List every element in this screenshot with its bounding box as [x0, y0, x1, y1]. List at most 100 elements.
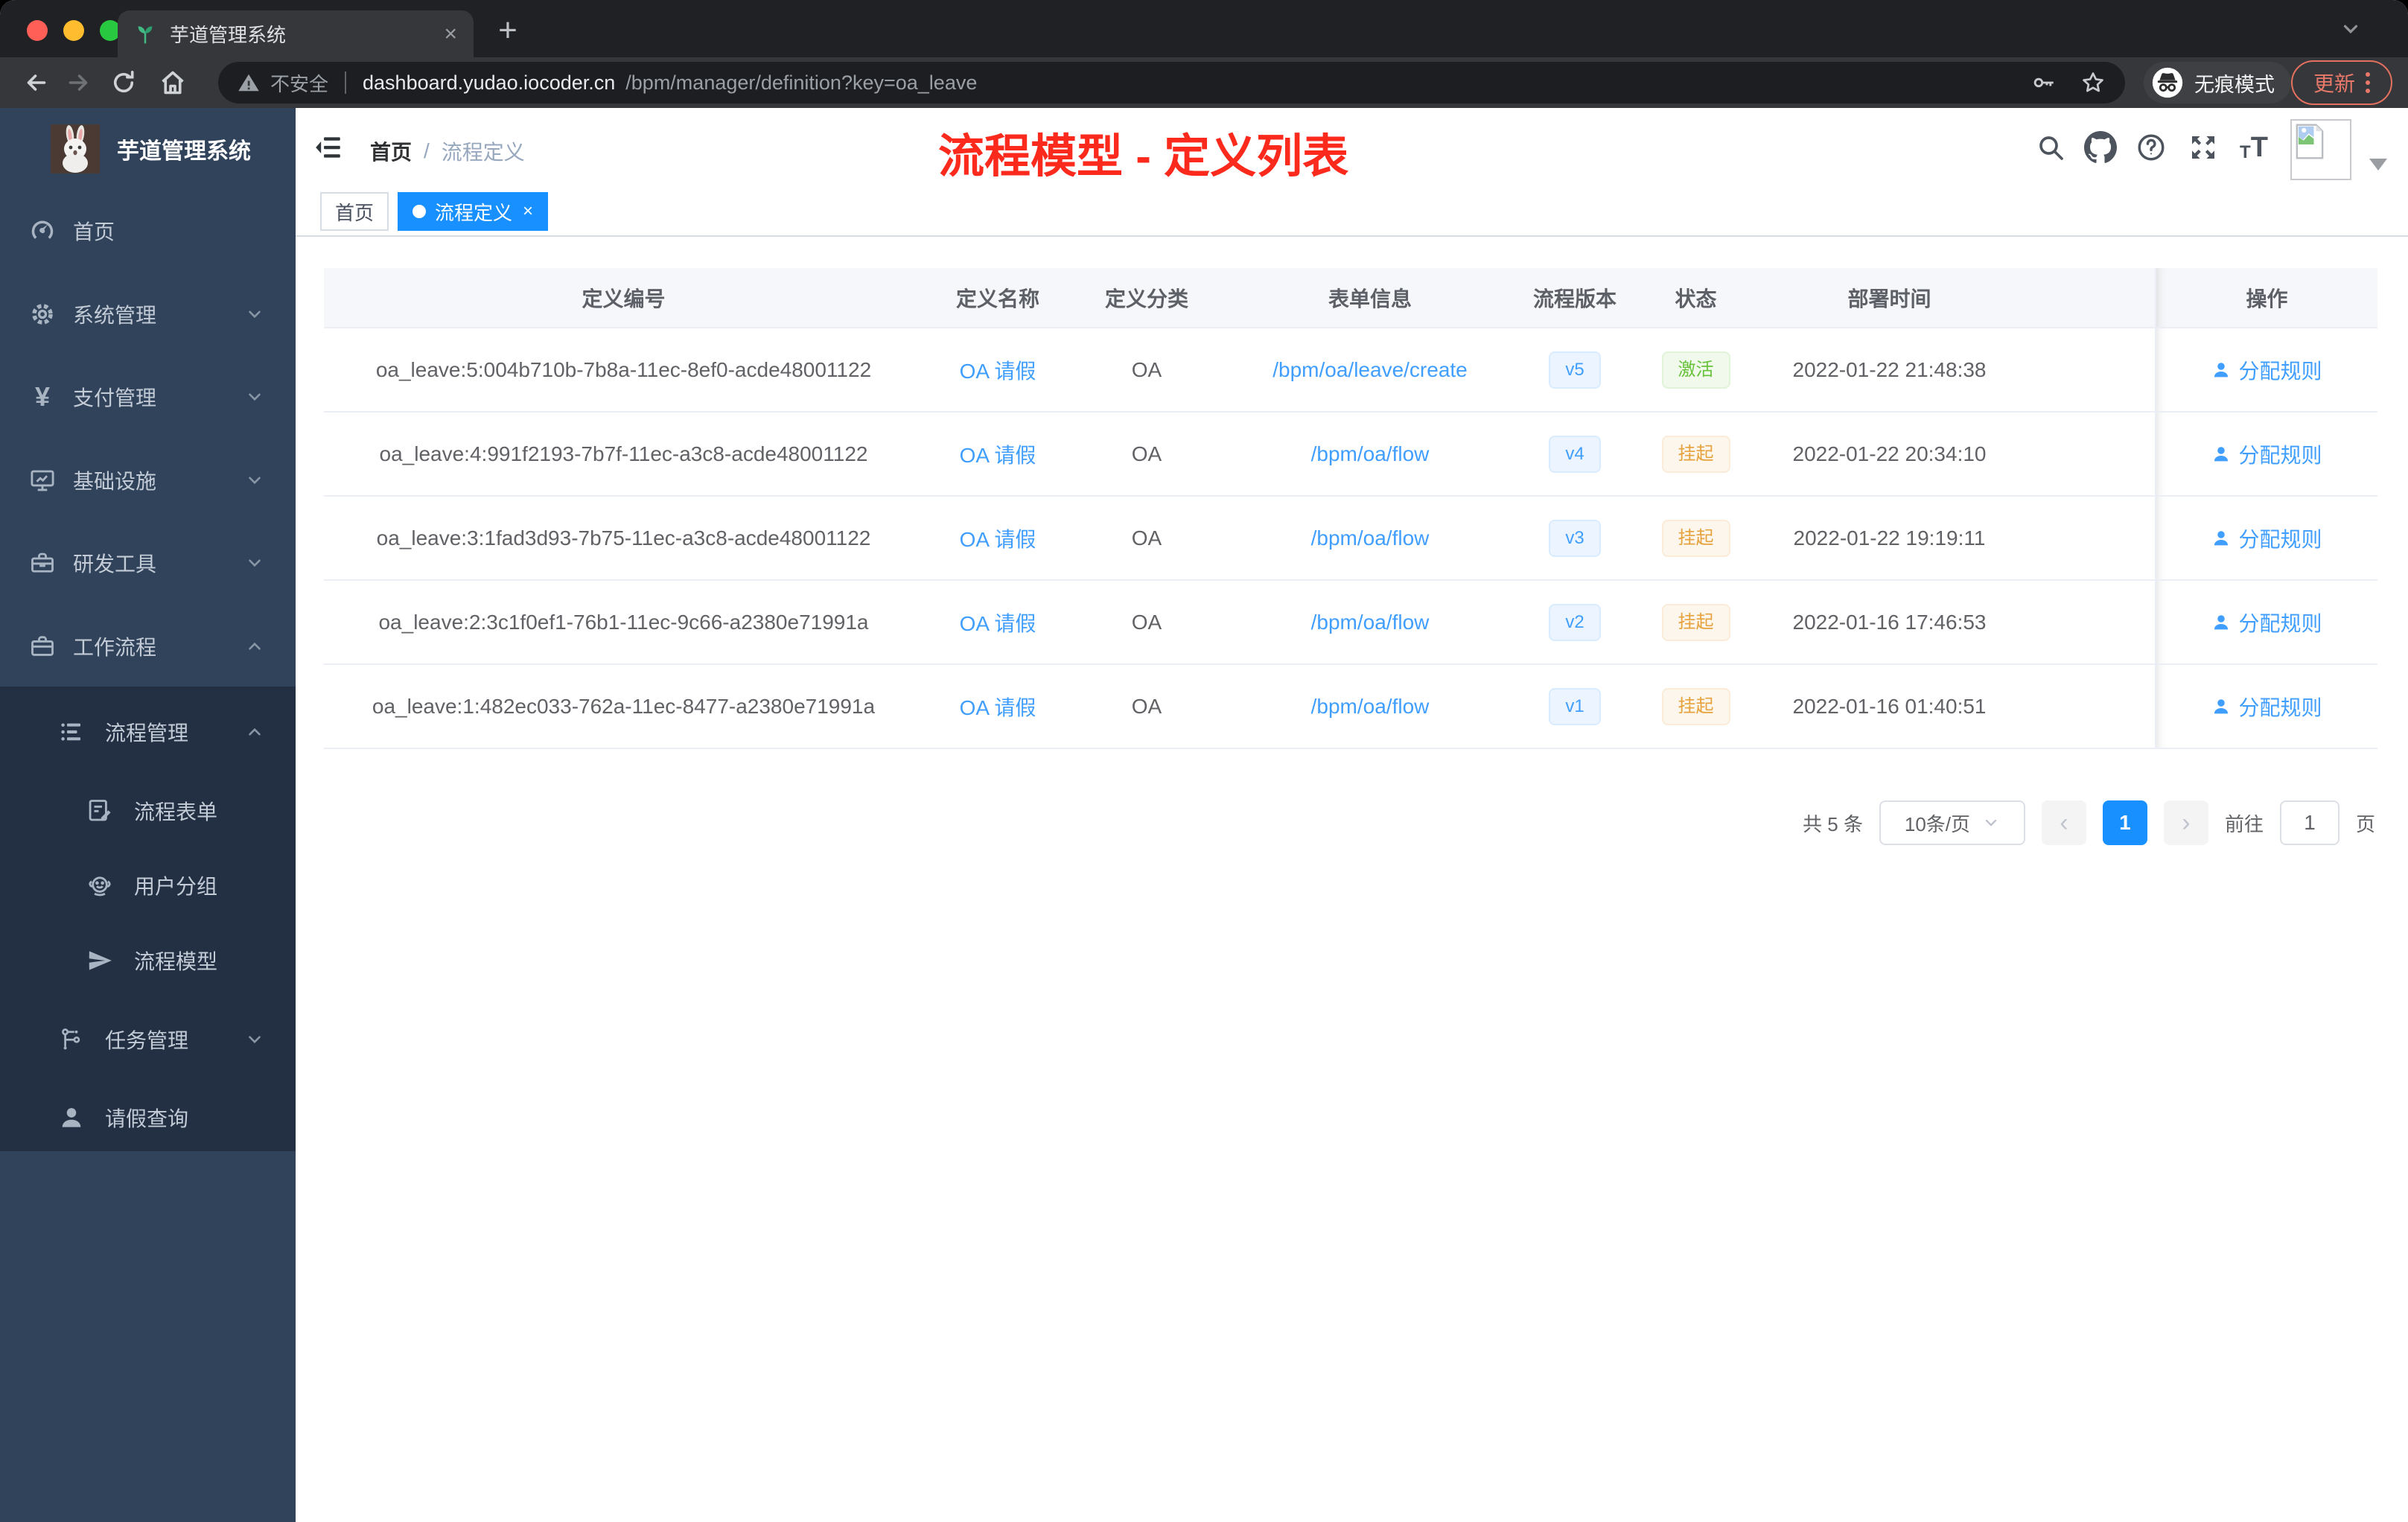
form-link[interactable]: /bpm/oa/leave/create [1273, 358, 1468, 381]
table-row: oa_leave:1:482ec033-762a-11ec-8477-a2380… [324, 664, 2377, 749]
sidebar-item-process-model[interactable]: 流程模型 [0, 923, 296, 998]
tab-close-icon[interactable]: × [444, 22, 457, 45]
assign-rule-button[interactable]: 分配规则 [2211, 608, 2322, 637]
chevron-down-icon [245, 305, 264, 324]
sidebar-item-task-management[interactable]: 任务管理 [0, 1002, 296, 1077]
chevron-up-icon [245, 637, 264, 656]
status-badge: 挂起 [1661, 435, 1730, 473]
bookmark-star-icon[interactable] [2080, 70, 2106, 95]
page-size-select[interactable]: 10条/页 [1879, 800, 2025, 845]
sidebar-item-process-form[interactable]: 流程表单 [0, 774, 296, 848]
active-dot-icon [413, 205, 427, 218]
sidebar-item-user-group[interactable]: 用户分组 [0, 848, 296, 923]
incognito-label: 无痕模式 [2194, 73, 2275, 96]
page-number-button[interactable]: 1 [2102, 800, 2147, 845]
cell-deploy-time: 2022-01-16 17:46:53 [1761, 580, 2018, 665]
definition-table-wrapper: 定义编号 定义名称 定义分类 表单信息 流程版本 状态 部署时间 操作 oa_l… [324, 268, 2377, 749]
sidebar-item-system[interactable]: 系统管理 [0, 277, 296, 351]
url-path: /bpm/manager/definition?key=oa_leave [625, 71, 978, 94]
cell-category: OA [1072, 664, 1221, 749]
window-minimize-button[interactable] [63, 20, 84, 41]
breadcrumb-separator: / [424, 139, 430, 162]
browser-tab-strip: 芋道管理系统 × + [0, 0, 2408, 57]
prev-page-button[interactable]: ‹ [2041, 800, 2086, 845]
reload-icon[interactable] [108, 67, 139, 98]
sidebar-item-label: 支付管理 [73, 386, 157, 410]
goto-page-input[interactable] [2279, 800, 2339, 845]
cell-definition-id: oa_leave:5:004b710b-7b8a-11ec-8ef0-acde4… [324, 328, 923, 413]
breadcrumb-home[interactable]: 首页 [370, 136, 412, 166]
user-icon [2214, 698, 2229, 713]
cell-definition-id: oa_leave:3:1fad3d93-7b75-11ec-a3c8-acde4… [324, 496, 923, 581]
back-icon[interactable] [21, 67, 52, 98]
window-close-button[interactable] [27, 20, 48, 41]
definition-name-link[interactable]: OA 请假 [960, 360, 1036, 383]
browser-tab[interactable]: 芋道管理系统 × [118, 10, 474, 57]
sidebar-logo-row[interactable]: 芋道管理系统 [0, 108, 296, 190]
sidebar-item-payment[interactable]: ¥ 支付管理 [0, 360, 296, 434]
sidebar: 芋道管理系统 首页 系统管理 ¥ 支付管理 基础设施 研发工具 工作流程 流程管… [0, 108, 296, 1522]
sidebar-item-dev-tools[interactable]: 研发工具 [0, 526, 296, 600]
forward-icon[interactable] [63, 67, 94, 98]
definition-name-link[interactable]: OA 请假 [960, 612, 1036, 635]
assign-rule-button[interactable]: 分配规则 [2211, 355, 2322, 385]
table-header-row: 定义编号 定义名称 定义分类 表单信息 流程版本 状态 部署时间 操作 [324, 268, 2377, 328]
assign-rule-button[interactable]: 分配规则 [2211, 692, 2322, 722]
toolbox-icon [28, 549, 57, 577]
assign-rule-button[interactable]: 分配规则 [2211, 523, 2322, 553]
sidebar-item-label: 基础设施 [73, 470, 157, 493]
form-link[interactable]: /bpm/oa/flow [1311, 526, 1430, 550]
definition-name-link[interactable]: OA 请假 [960, 528, 1036, 551]
definition-name-link[interactable]: OA 请假 [960, 696, 1036, 719]
tag-home[interactable]: 首页 [320, 192, 389, 231]
tab-search-chevron-icon[interactable] [2339, 18, 2362, 40]
goto-label: 前往 [2224, 812, 2264, 835]
person-icon [57, 1104, 86, 1132]
cell-deploy-time: 2022-01-22 21:48:38 [1761, 328, 2018, 413]
tag-label: 首页 [335, 201, 375, 224]
font-size-icon[interactable]: TT [2237, 130, 2271, 165]
user-group-icon [86, 871, 114, 899]
user-icon [2214, 530, 2229, 545]
new-tab-button[interactable]: + [489, 12, 526, 49]
incognito-badge: 无痕模式 [2144, 62, 2291, 104]
help-icon[interactable] [2134, 130, 2168, 165]
tag-close-icon[interactable]: × [523, 201, 533, 222]
user-avatar-placeholder[interactable] [2290, 119, 2351, 180]
col-form-info: 表单信息 [1221, 268, 1519, 328]
definition-name-link[interactable]: OA 请假 [960, 444, 1036, 467]
password-key-icon[interactable] [2031, 70, 2057, 95]
fullscreen-icon[interactable] [2186, 130, 2220, 165]
assign-rule-button[interactable]: 分配规则 [2211, 439, 2322, 469]
sidebar-item-infrastructure[interactable]: 基础设施 [0, 443, 296, 518]
search-icon[interactable] [2033, 130, 2068, 165]
form-link[interactable]: /bpm/oa/flow [1311, 611, 1430, 634]
sidebar-item-leave-query[interactable]: 请假查询 [0, 1080, 296, 1155]
user-icon [2214, 362, 2229, 377]
form-link[interactable]: /bpm/oa/flow [1311, 442, 1430, 465]
sidebar-item-label: 请假查询 [105, 1107, 189, 1130]
user-menu-caret-icon[interactable] [2369, 159, 2387, 171]
tag-process-definition[interactable]: 流程定义 × [398, 192, 549, 231]
github-icon[interactable] [2083, 130, 2118, 165]
table-row: oa_leave:2:3c1f0ef1-76b1-11ec-9c66-a2380… [324, 580, 2377, 665]
form-link[interactable]: /bpm/oa/flow [1311, 695, 1430, 718]
col-status: 状态 [1631, 268, 1761, 328]
cell-category: OA [1072, 580, 1221, 665]
paper-plane-icon [86, 946, 114, 975]
logo-avatar [51, 124, 100, 173]
sidebar-collapse-icon[interactable] [313, 132, 344, 163]
sidebar-item-workflow[interactable]: 工作流程 [0, 609, 296, 684]
sidebar-item-home[interactable]: 首页 [0, 194, 296, 268]
security-label: 不安全 [270, 72, 329, 95]
next-page-button[interactable]: › [2163, 800, 2208, 845]
cell-definition-id: oa_leave:2:3c1f0ef1-76b1-11ec-9c66-a2380… [324, 580, 923, 665]
sidebar-item-process-management[interactable]: 流程管理 [0, 695, 296, 769]
tree-list-icon [57, 718, 86, 746]
address-bar[interactable]: 不安全 dashboard.yudao.iocoder.cn /bpm/mana… [218, 62, 2125, 104]
sidebar-item-label: 首页 [73, 220, 115, 243]
browser-menu-update-button[interactable]: 更新 [2291, 60, 2392, 105]
home-icon[interactable] [157, 67, 188, 98]
version-badge: v3 [1549, 519, 1601, 557]
version-badge: v2 [1549, 603, 1601, 641]
